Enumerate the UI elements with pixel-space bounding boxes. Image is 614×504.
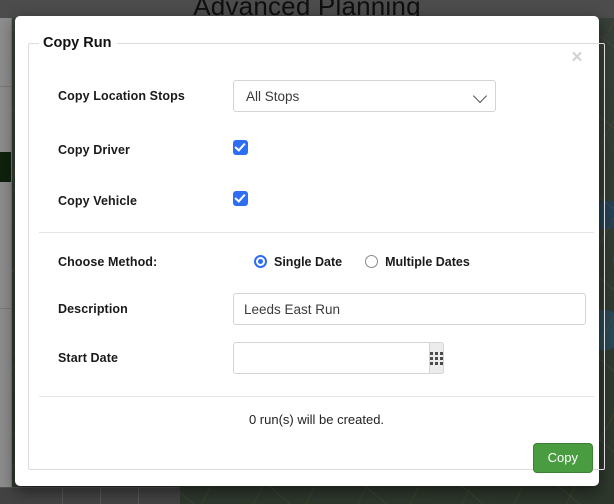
label-copy-driver: Copy Driver xyxy=(58,142,130,157)
control-description xyxy=(233,293,586,325)
form-body: Copy Location Stops All Stops Copy Drive… xyxy=(29,51,604,473)
copy-driver-checkbox[interactable] xyxy=(233,139,248,155)
label-start-date: Start Date xyxy=(58,351,119,365)
start-date-picker-button[interactable] xyxy=(429,342,444,374)
control-copy-driver xyxy=(233,139,586,160)
label-choose-method: Choose Method: xyxy=(58,254,158,269)
description-input[interactable] xyxy=(233,293,586,325)
copy-run-dialog: × Copy Run Copy Location Stops All Stops xyxy=(15,16,605,486)
copy-vehicle-checkbox[interactable] xyxy=(233,190,248,206)
copy-location-stops-select[interactable]: All Stops xyxy=(233,80,496,112)
calendar-grid-icon xyxy=(430,351,443,365)
radio-multiple-dates-label: Multiple Dates xyxy=(385,254,470,269)
control-copy-vehicle xyxy=(233,190,586,211)
row-start-date: Start Date xyxy=(29,342,604,374)
radio-single-date[interactable]: Single Date xyxy=(254,255,342,269)
row-copy-vehicle: Copy Vehicle xyxy=(29,185,604,216)
runs-created-note: 0 run(s) will be created. xyxy=(248,412,385,427)
control-choose-method: Single Date Multiple Dates xyxy=(233,255,586,269)
footer-divider xyxy=(39,396,594,397)
choose-method-radio-group: Single Date Multiple Dates xyxy=(233,255,586,269)
label-copy-vehicle: Copy Vehicle xyxy=(58,193,138,208)
label-copy-location-stops: Copy Location Stops xyxy=(58,89,185,103)
start-date-input[interactable] xyxy=(233,342,429,374)
radio-multiple-dates-dot[interactable] xyxy=(365,255,379,268)
radio-single-date-label: Single Date xyxy=(274,254,343,269)
control-copy-location-stops: All Stops xyxy=(233,80,586,112)
radio-multiple-dates[interactable]: Multiple Dates xyxy=(365,255,470,269)
dialog-legend: Copy Run xyxy=(39,35,118,51)
radio-single-date-dot[interactable] xyxy=(254,255,267,268)
row-choose-method: Choose Method: Single Date Multiple Date… xyxy=(29,246,604,277)
control-start-date xyxy=(233,342,586,374)
copy-button[interactable]: Copy xyxy=(532,443,593,473)
label-description: Description xyxy=(58,302,128,316)
copy-run-fieldset: Copy Run Copy Location Stops All Stops C… xyxy=(28,35,605,473)
start-date-group xyxy=(233,342,444,374)
dialog-actions: Copy xyxy=(29,443,604,473)
row-description: Description xyxy=(29,293,604,325)
row-copy-location-stops: Copy Location Stops All Stops xyxy=(29,80,604,112)
row-copy-driver: Copy Driver xyxy=(29,134,604,165)
select-wrapper: All Stops xyxy=(233,80,496,112)
section-divider xyxy=(39,232,594,233)
